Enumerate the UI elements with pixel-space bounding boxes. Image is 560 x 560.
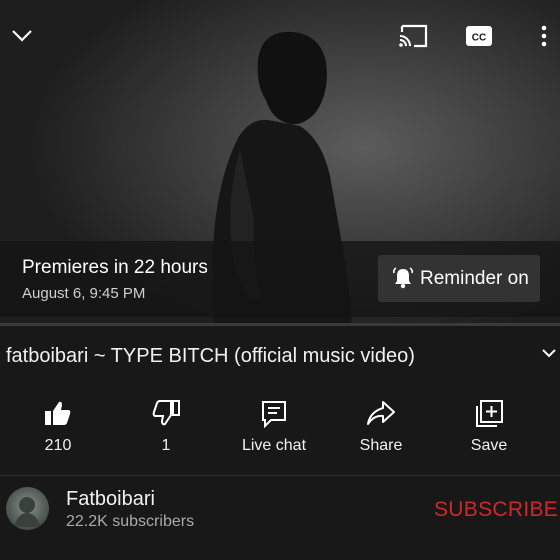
reminder-label: Reminder on bbox=[420, 268, 529, 289]
bell-icon bbox=[392, 267, 414, 289]
premiere-countdown: Premieres in 22 hours bbox=[22, 257, 208, 278]
cast-icon bbox=[399, 24, 428, 48]
thumbs-up-icon bbox=[45, 401, 71, 425]
share-label: Share bbox=[359, 437, 403, 454]
save-label: Save bbox=[470, 437, 508, 454]
expand-description-icon[interactable] bbox=[542, 348, 556, 358]
video-title[interactable]: fatboibari ~ TYPE BITCH (official music … bbox=[6, 345, 536, 368]
premiere-date: August 6, 9:45 PM bbox=[22, 285, 146, 302]
action-bar: 210 1 Live chat Share Save bbox=[0, 398, 560, 462]
video-player[interactable]: CC Premieres in 22 hours August 6, 9:45 … bbox=[0, 0, 560, 326]
chevron-down-icon bbox=[12, 30, 32, 42]
premiere-banner: Premieres in 22 hours August 6, 9:45 PM … bbox=[0, 241, 560, 317]
save-button[interactable]: Save bbox=[439, 398, 539, 462]
channel-avatar-image bbox=[14, 497, 41, 527]
live-chat-label: Live chat bbox=[241, 437, 307, 454]
like-count: 210 bbox=[44, 437, 72, 454]
progress-bar[interactable] bbox=[0, 323, 560, 326]
share-button[interactable]: Share bbox=[331, 398, 431, 462]
captions-button[interactable]: CC bbox=[461, 18, 497, 54]
subscribe-button[interactable]: SUBSCRIBE bbox=[434, 498, 558, 522]
svg-text:CC: CC bbox=[472, 33, 486, 44]
dislike-count: 1 bbox=[161, 437, 171, 454]
avatar[interactable] bbox=[6, 487, 49, 530]
more-vert-icon bbox=[541, 25, 547, 47]
subscriber-count: 22.2K subscribers bbox=[66, 513, 195, 530]
like-button[interactable]: 210 bbox=[8, 398, 108, 462]
save-to-playlist-icon bbox=[476, 400, 503, 427]
thumbs-down-icon bbox=[152, 400, 180, 426]
reminder-button[interactable]: Reminder on bbox=[378, 255, 540, 302]
minimize-button[interactable] bbox=[4, 18, 40, 54]
share-icon bbox=[367, 401, 395, 425]
closed-captions-icon: CC bbox=[466, 26, 492, 46]
channel-name[interactable]: Fatboibari bbox=[66, 488, 155, 511]
live-chat-icon bbox=[262, 401, 286, 428]
dislike-button[interactable]: 1 bbox=[116, 398, 216, 462]
more-options-button[interactable] bbox=[526, 18, 560, 54]
channel-row[interactable]: Fatboibari 22.2K subscribers SUBSCRIBE bbox=[0, 476, 560, 560]
cast-button[interactable] bbox=[395, 18, 431, 54]
live-chat-button[interactable]: Live chat bbox=[224, 398, 324, 462]
